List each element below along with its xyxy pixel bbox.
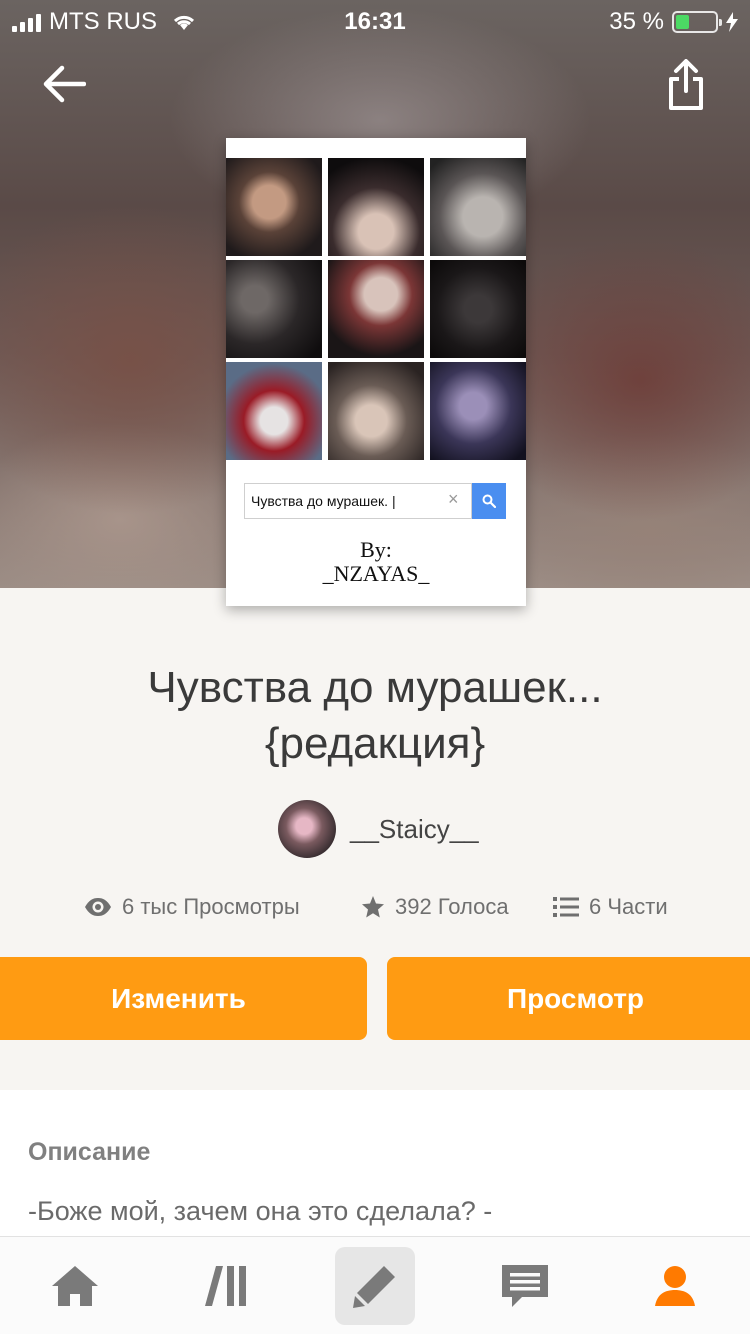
cover-photo <box>226 260 322 358</box>
cover-photo <box>226 362 322 460</box>
cover-photo <box>430 260 526 358</box>
tab-write[interactable] <box>335 1247 415 1325</box>
bottom-tab-bar <box>0 1236 750 1334</box>
description-section: Описание -Боже мой, зачем она это сделал… <box>0 1090 750 1250</box>
description-heading: Описание <box>28 1138 151 1166</box>
search-icon <box>482 494 496 508</box>
list-icon <box>553 897 579 917</box>
battery-icon <box>672 11 722 33</box>
back-button[interactable] <box>36 58 92 110</box>
story-cover[interactable]: Чувства до мурашек. | × By: _NZAYAS_ <box>226 138 526 606</box>
profile-icon <box>655 1266 695 1306</box>
cover-collage <box>226 158 526 462</box>
cover-photo <box>328 158 424 256</box>
cover-search-text: Чувства до мурашек. | <box>244 483 472 519</box>
tab-messages[interactable] <box>485 1247 565 1325</box>
edit-button[interactable]: Изменить <box>0 957 367 1040</box>
cover-by-label: By: <box>360 537 392 562</box>
story-stats: 6 тыс Просмотры 392 Голоса 6 Части <box>84 894 704 926</box>
charging-icon <box>726 12 738 32</box>
author-name: __Staicy__ <box>350 813 479 844</box>
battery-percent: 35 % <box>609 8 664 35</box>
avatar <box>278 800 336 858</box>
library-icon <box>205 1266 246 1306</box>
story-title: Чувства до мурашек... {редакция} <box>40 660 710 772</box>
cover-photo <box>328 260 424 358</box>
story-title-line2: {редакция} <box>264 719 486 768</box>
star-icon <box>362 896 384 918</box>
view-button[interactable]: Просмотр <box>387 957 750 1040</box>
votes-stat: 392 Голоса <box>361 894 509 920</box>
home-icon <box>52 1266 98 1306</box>
cover-byline: By: _NZAYAS_ <box>226 538 526 586</box>
cover-search-bar: Чувства до мурашек. | × <box>244 483 506 519</box>
author-link[interactable]: __Staicy__ <box>278 800 479 858</box>
cover-photo <box>430 362 526 460</box>
share-icon <box>669 59 703 110</box>
votes-count: 392 Голоса <box>395 894 509 919</box>
share-button[interactable] <box>660 56 712 114</box>
cover-photo <box>328 362 424 460</box>
tab-library[interactable] <box>186 1247 266 1325</box>
cover-author-tag: _NZAYAS_ <box>322 561 430 586</box>
tab-profile[interactable] <box>635 1247 715 1325</box>
clear-icon: × <box>448 489 459 509</box>
tab-home[interactable] <box>35 1247 115 1325</box>
status-bar: MTS RUS 16:31 35 % <box>0 0 750 40</box>
parts-count: 6 Части <box>589 894 668 919</box>
story-title-line1: Чувства до мурашек... <box>147 663 603 712</box>
cover-search-button <box>472 483 506 519</box>
views-stat: 6 тыс Просмотры <box>84 894 300 920</box>
views-count: 6 тыс Просмотры <box>122 894 300 919</box>
arrow-left-icon <box>43 65 86 103</box>
description-text: -Боже мой, зачем она это сделала? - <box>28 1196 493 1226</box>
cover-photo <box>430 158 526 256</box>
eye-icon <box>85 898 111 916</box>
parts-stat: 6 Части <box>553 894 668 920</box>
messages-icon <box>502 1265 548 1307</box>
write-icon <box>353 1266 395 1308</box>
cover-photo <box>226 158 322 256</box>
